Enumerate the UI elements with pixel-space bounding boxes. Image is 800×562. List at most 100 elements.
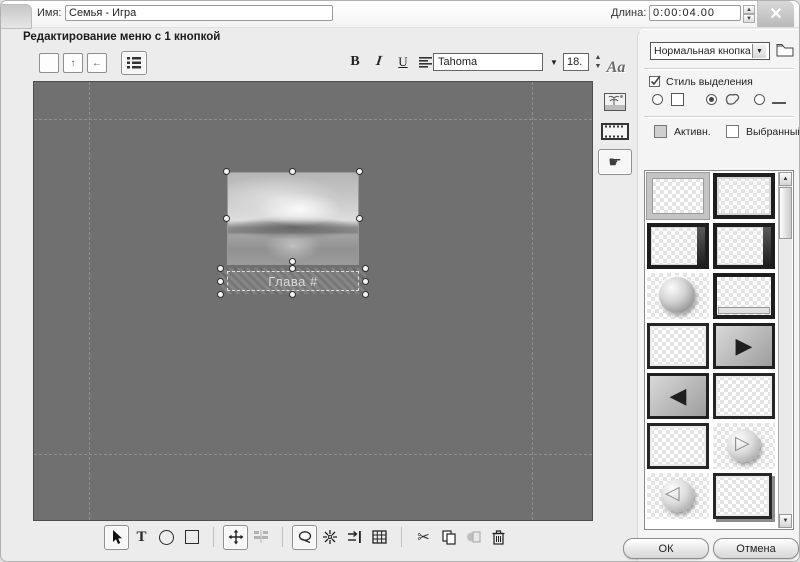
menu-name-input[interactable] (65, 5, 333, 21)
template-cell[interactable] (713, 473, 775, 519)
selection-handle[interactable] (356, 215, 363, 222)
button-template-thumb (713, 173, 775, 219)
chevron-down-icon: ▼ (550, 58, 558, 67)
template-cell[interactable] (647, 273, 709, 319)
template-scrollbar[interactable]: ▲ ▼ (778, 172, 792, 528)
scroll-up-icon: ▲ (783, 176, 789, 182)
close-button[interactable]: ✕ (757, 1, 794, 27)
template-cell[interactable] (713, 423, 775, 469)
template-cell[interactable] (647, 173, 709, 219)
active-color-checkbox[interactable] (654, 125, 667, 138)
template-cell[interactable] (647, 373, 709, 419)
button-link-tool[interactable]: ☛ (598, 149, 632, 175)
template-cell[interactable] (647, 423, 709, 469)
selection-handle[interactable] (217, 265, 224, 272)
selection-handle[interactable] (289, 168, 296, 175)
selection-handle[interactable] (223, 168, 230, 175)
open-folder-button[interactable] (774, 40, 796, 60)
paste-button[interactable] (461, 525, 486, 550)
button-type-select[interactable]: Нормальная кнопка ▼ (650, 42, 770, 60)
pointing-hand-icon: ☛ (608, 153, 621, 171)
menu-button-image[interactable] (227, 172, 359, 265)
scroll-down-button[interactable]: ▼ (779, 514, 792, 528)
font-family-dropdown-button[interactable]: ▼ (547, 56, 561, 69)
italic-button[interactable]: I (369, 52, 389, 72)
template-grid (647, 173, 779, 527)
selection-handle[interactable] (289, 265, 296, 272)
length-input[interactable] (649, 5, 741, 21)
selection-handle[interactable] (217, 278, 224, 285)
ellipse-tool[interactable] (154, 525, 179, 550)
template-cell[interactable] (647, 473, 709, 519)
template-cell[interactable] (713, 173, 775, 219)
text-style-button[interactable]: Aa (601, 59, 631, 81)
delete-button[interactable] (486, 525, 511, 550)
underline-button[interactable]: U (393, 52, 413, 72)
close-icon: ✕ (769, 4, 782, 24)
cancel-label: Отмена (736, 543, 775, 555)
select-tool[interactable] (104, 525, 129, 550)
grid-tool[interactable] (367, 525, 392, 550)
background-image-button[interactable] (602, 91, 628, 113)
style-shape-radio[interactable] (706, 94, 717, 105)
spinner-down-icon[interactable]: ▼ (743, 14, 755, 23)
list-view-toggle[interactable] (121, 51, 147, 75)
text-tool[interactable]: T (129, 525, 154, 550)
magic-select-tool[interactable] (317, 525, 342, 550)
text-align-button[interactable] (415, 52, 435, 72)
template-cell[interactable] (713, 273, 775, 319)
selection-handle[interactable] (217, 291, 224, 298)
new-frame-button[interactable] (39, 53, 59, 73)
scroll-up-button[interactable]: ▲ (779, 172, 792, 186)
align-objects-tool[interactable] (248, 525, 273, 550)
raise-button[interactable]: ↑ (63, 53, 83, 73)
lasso-select-tool[interactable] (292, 525, 317, 550)
selection-handle[interactable] (362, 278, 369, 285)
copy-button[interactable] (436, 525, 461, 550)
ok-button[interactable]: ОК (623, 538, 709, 559)
menu-canvas[interactable]: Глава # (33, 81, 593, 521)
bold-button[interactable]: B (345, 52, 365, 72)
chevron-down-icon[interactable]: ▼ (752, 44, 766, 58)
template-cell[interactable] (647, 323, 709, 369)
font-family-select[interactable]: Tahoma (433, 53, 543, 71)
style-box-radio[interactable] (652, 94, 663, 105)
spinner-up-icon[interactable]: ▲ (743, 5, 755, 14)
button-template-thumb (647, 273, 709, 319)
selected-label: Выбранный (746, 126, 800, 138)
square-icon (185, 530, 199, 544)
selected-color-checkbox[interactable] (726, 125, 739, 138)
cancel-button[interactable]: Отмена (713, 538, 799, 559)
font-size-input[interactable]: 18. (563, 53, 589, 71)
rectangle-tool[interactable] (179, 525, 204, 550)
template-cell[interactable] (647, 223, 709, 269)
divider (644, 116, 794, 117)
template-cell[interactable] (713, 373, 775, 419)
template-cell[interactable] (713, 223, 775, 269)
underline-icon: U (398, 54, 407, 70)
lasso-icon (297, 530, 313, 545)
text-tool-icon: T (136, 529, 146, 546)
selection-handle[interactable] (356, 168, 363, 175)
length-spinner[interactable]: ▲ ▼ (743, 5, 755, 23)
snap-to-edge-tool[interactable] (342, 525, 367, 550)
button-template-thumb (647, 323, 709, 369)
highlight-style-checkbox[interactable] (648, 74, 662, 88)
selection-handle[interactable] (289, 258, 296, 265)
template-cell[interactable] (713, 323, 775, 369)
cut-button[interactable]: ✂ (411, 525, 436, 550)
move-tool[interactable] (223, 525, 248, 550)
safe-area-guide-bottom (34, 454, 592, 455)
back-button[interactable]: ← (87, 53, 107, 73)
selection-handle[interactable] (289, 291, 296, 298)
selection-handle[interactable] (362, 291, 369, 298)
video-frame-button[interactable] (600, 121, 630, 141)
chapter-text-box[interactable]: Глава # (227, 271, 359, 291)
selection-handle[interactable] (223, 215, 230, 222)
window-corner-tab (1, 4, 32, 29)
list-icon (127, 57, 141, 69)
scrollbar-thumb[interactable] (779, 187, 792, 239)
checked-checkbox-icon (649, 75, 661, 87)
selection-handle[interactable] (362, 265, 369, 272)
style-underline-radio[interactable] (754, 94, 765, 105)
